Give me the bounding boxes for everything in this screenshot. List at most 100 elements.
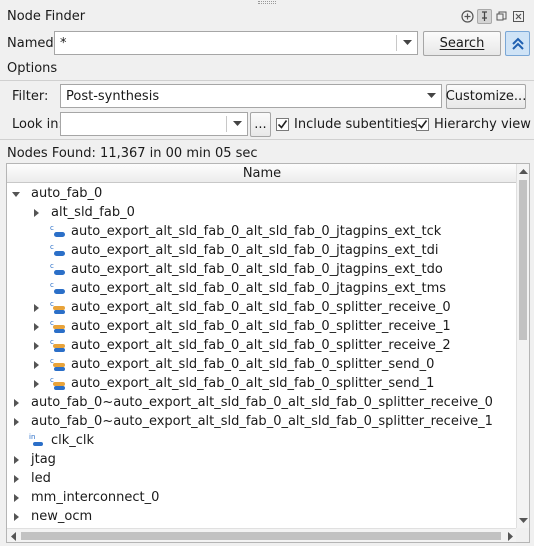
tree-row[interactable]: c auto_export_alt_sld_fab_0_alt_sld_fab_0… — [7, 241, 517, 260]
customize-button-label: Customize... — [445, 89, 527, 104]
search-button[interactable]: Search — [423, 31, 501, 56]
double-chevron-up-icon — [511, 37, 524, 50]
chevron-down-icon[interactable] — [227, 113, 247, 135]
tree-row-label: auto_export_alt_sld_fab_0_alt_sld_fab_0_… — [71, 281, 447, 296]
close-icon[interactable] — [511, 9, 526, 24]
tree-row[interactable]: c auto_export_alt_sld_fab_0_alt_sld_fab_0… — [7, 260, 517, 279]
column-header-label: Name — [242, 166, 282, 181]
expand-arrow-right-icon[interactable] — [31, 359, 41, 369]
tree-row[interactable]: auto_fab_0~auto_export_alt_sld_fab_0_alt… — [7, 393, 517, 412]
horizontal-scrollbar[interactable] — [7, 528, 517, 542]
search-button-label: Search — [439, 36, 485, 51]
tree-row-label: alt_sld_fab_0 — [51, 205, 135, 220]
tree-row-label: auto_export_alt_sld_fab_0_alt_sld_fab_0_… — [71, 224, 442, 239]
expand-arrow-right-icon[interactable] — [31, 378, 41, 388]
dock-grip[interactable] — [258, 1, 276, 4]
vertical-scrollbar[interactable] — [516, 164, 529, 528]
bus-node-icon: c — [49, 318, 67, 335]
svg-text:c: c — [50, 262, 54, 270]
expand-arrow-right-icon[interactable] — [11, 511, 21, 521]
named-label: Named: — [7, 36, 58, 51]
filter-combo[interactable]: Post-synthesis — [60, 84, 442, 108]
tree-row[interactable]: auto_fab_0~auto_export_alt_sld_fab_0_alt… — [7, 412, 517, 431]
tree-row[interactable]: c auto_export_alt_sld_fab_0_alt_sld_fab_0… — [7, 222, 517, 241]
lookin-combo[interactable] — [60, 112, 248, 136]
tree-row[interactable]: alt_sld_fab_0 — [7, 203, 517, 222]
tree-row-label: mm_interconnect_0 — [31, 490, 160, 505]
expand-arrow-right-icon[interactable] — [31, 302, 41, 312]
expand-arrow-right-icon[interactable] — [31, 321, 41, 331]
expand-arrow-right-icon[interactable] — [31, 340, 41, 350]
chevron-down-icon[interactable] — [421, 85, 441, 107]
combinational-node-icon: c — [49, 280, 67, 297]
add-icon[interactable] — [460, 9, 475, 24]
checkmark-icon — [417, 120, 428, 129]
expand-arrow-right-icon[interactable] — [11, 492, 21, 502]
svg-text:c: c — [50, 224, 54, 232]
tree-row-label: auto_export_alt_sld_fab_0_alt_sld_fab_0_… — [71, 262, 443, 277]
expand-arrow-right-icon[interactable] — [11, 397, 21, 407]
bus-node-icon: c — [49, 375, 67, 392]
expand-arrow-right-icon[interactable] — [11, 416, 21, 426]
include-subentities-checkbox[interactable] — [276, 118, 289, 131]
combinational-node-icon: c — [49, 242, 67, 259]
named-combo[interactable]: * — [54, 31, 418, 55]
options-label: Options — [7, 61, 58, 76]
browse-button[interactable]: ... — [250, 112, 271, 137]
tree-row[interactable]: jtag — [7, 450, 517, 469]
tree-row-label: auto_fab_0~auto_export_alt_sld_fab_0_alt… — [31, 414, 493, 429]
hierarchy-view-label[interactable]: Hierarchy view — [434, 117, 531, 132]
tree-row[interactable]: auto_fab_0 — [7, 184, 517, 203]
scroll-left-icon[interactable] — [10, 532, 16, 541]
tree-row[interactable]: new_ocm — [7, 507, 517, 526]
scroll-right-icon[interactable] — [508, 532, 514, 541]
browse-button-label: ... — [254, 117, 267, 132]
expand-arrow-right-icon[interactable] — [11, 454, 21, 464]
vertical-scroll-thumb[interactable] — [519, 180, 527, 340]
pin-icon[interactable] — [477, 9, 492, 24]
named-value: * — [60, 36, 67, 51]
tree-row-label: auto_export_alt_sld_fab_0_alt_sld_fab_0_… — [71, 357, 435, 372]
tree-row[interactable]: mm_interconnect_0 — [7, 488, 517, 507]
column-header-name[interactable]: Name — [7, 164, 517, 183]
tree-row-label: auto_export_alt_sld_fab_0_alt_sld_fab_0_… — [71, 319, 451, 334]
include-subentities-label[interactable]: Include subentities — [294, 117, 417, 132]
node-tree[interactable]: Name auto_fab_0 alt_sld_fab_0c auto_export… — [6, 163, 530, 543]
tree-row[interactable]: c auto_export_alt_sld_fab_0_alt_sld_fab_0… — [7, 374, 517, 393]
tree-row-label: auto_export_alt_sld_fab_0_alt_sld_fab_0_… — [71, 376, 435, 391]
tree-row[interactable]: c auto_export_alt_sld_fab_0_alt_sld_fab_0… — [7, 279, 517, 298]
collapse-options-button[interactable] — [505, 31, 530, 56]
filter-value: Post-synthesis — [66, 89, 160, 104]
nodes-found-status: Nodes Found: 11,367 in 00 min 05 sec — [7, 146, 258, 161]
tree-row[interactable]: led — [7, 469, 517, 488]
scroll-up-icon[interactable] — [519, 168, 528, 174]
tree-row[interactable]: c auto_export_alt_sld_fab_0_alt_sld_fab_0… — [7, 336, 517, 355]
tree-row[interactable]: c auto_export_alt_sld_fab_0_alt_sld_fab_0… — [7, 298, 517, 317]
svg-text:in: in — [29, 433, 35, 441]
customize-button[interactable]: Customize... — [446, 84, 526, 109]
horizontal-scroll-thumb[interactable] — [21, 532, 501, 540]
tree-row[interactable]: c auto_export_alt_sld_fab_0_alt_sld_fab_0… — [7, 317, 517, 336]
tree-row[interactable]: c auto_export_alt_sld_fab_0_alt_sld_fab_0… — [7, 355, 517, 374]
tree-row[interactable]: in clk_clk — [7, 431, 517, 450]
input-pin-icon: in — [29, 432, 47, 449]
expand-arrow-right-icon[interactable] — [31, 207, 41, 217]
svg-text:c: c — [50, 243, 54, 251]
tree-row-label: auto_fab_0 — [31, 186, 103, 201]
tree-row-label: auto_export_alt_sld_fab_0_alt_sld_fab_0_… — [71, 243, 439, 258]
chevron-down-icon[interactable] — [397, 32, 417, 54]
expand-arrow-right-icon[interactable] — [11, 473, 21, 483]
hierarchy-view-checkbox[interactable] — [416, 118, 429, 131]
restore-icon[interactable] — [494, 9, 509, 24]
bus-node-icon: c — [49, 299, 67, 316]
lookin-label: Look in: — [12, 117, 63, 132]
tree-row-label: new_ocm — [31, 509, 93, 524]
combinational-node-icon: c — [49, 261, 67, 278]
tree-row-label: auto_export_alt_sld_fab_0_alt_sld_fab_0_… — [71, 338, 451, 353]
scroll-corner — [516, 528, 529, 542]
expand-arrow-down-icon[interactable] — [11, 188, 21, 198]
combinational-node-icon: c — [49, 223, 67, 240]
bus-node-icon: c — [49, 356, 67, 373]
tree-row-label: auto_export_alt_sld_fab_0_alt_sld_fab_0_… — [71, 300, 451, 315]
scroll-down-icon[interactable] — [519, 518, 528, 524]
